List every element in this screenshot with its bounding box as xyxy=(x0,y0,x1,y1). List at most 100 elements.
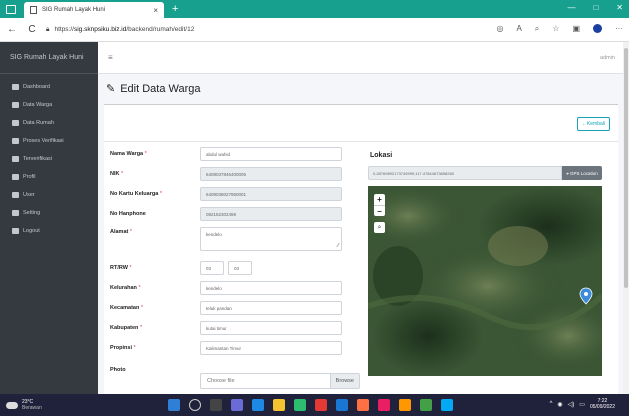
sidebar-item-data-rumah[interactable]: Data Rumah xyxy=(0,114,98,132)
scrollbar-thumb[interactable] xyxy=(624,48,628,288)
form-row-kabupaten: Kabupaten * kutai timur xyxy=(110,321,342,335)
app-icon[interactable] xyxy=(441,399,453,411)
system-tray: ^ ◉ ◁) ▭ 7:22 05/09/2022 xyxy=(550,398,615,410)
sidebar-item-setting[interactable]: Setting xyxy=(0,204,98,222)
sidebar-item-dashboard[interactable]: Dashboard xyxy=(0,78,98,96)
sidebar-item-proses-verifikasi[interactable]: Proses Verifikasi xyxy=(0,132,98,150)
maximize-icon[interactable]: □ xyxy=(593,3,598,12)
search-icon[interactable] xyxy=(189,399,201,411)
sidebar-menu: Dashboard Data Warga Data Rumah Proses V… xyxy=(0,74,98,240)
app-icon[interactable] xyxy=(420,399,432,411)
reload-icon[interactable]: C xyxy=(24,24,40,35)
propinsi-input[interactable]: Kalimantan Timur xyxy=(200,341,342,355)
kelurahan-input[interactable]: kendelo xyxy=(200,281,342,295)
nik-input[interactable]: 6408037846400005 xyxy=(200,167,342,181)
favorite-icon[interactable]: ☆ xyxy=(552,24,559,34)
browser-titlebar: SIG Rumah Layak Huni × + — □ ✕ xyxy=(0,0,629,18)
photo-file-input[interactable]: Choose file Browse xyxy=(200,373,360,389)
browser-tab[interactable]: SIG Rumah Layak Huni × xyxy=(24,2,164,18)
read-aloud-icon[interactable]: A xyxy=(516,24,521,34)
resize-handle-icon[interactable]: ⁄⁄ xyxy=(337,243,339,249)
page-scrollbar[interactable] xyxy=(623,42,629,394)
form-row-kk: No Kartu Keluarga * 6408038027860001 xyxy=(110,187,342,201)
hp-input[interactable]: 082152302459 xyxy=(200,207,342,221)
location-row: 0.28769892173749999,117.47844673858265 ⌖… xyxy=(368,166,602,180)
form-row-alamat: Alamat * kendelo ⁄⁄ xyxy=(110,227,342,251)
kk-input[interactable]: 6408038027860001 xyxy=(200,187,342,201)
volume-icon[interactable]: ◁) xyxy=(568,401,575,408)
kecamatan-input[interactable]: teluk pandan xyxy=(200,301,342,315)
close-tab-icon[interactable]: × xyxy=(153,6,158,15)
window-icon xyxy=(6,4,16,14)
map[interactable]: + − ⌕ xyxy=(368,186,602,376)
weather-widget[interactable]: 23°C Berawan xyxy=(6,399,42,411)
new-tab-icon[interactable]: + xyxy=(172,3,178,15)
location-icon[interactable]: ◎ xyxy=(496,24,503,34)
battery-icon[interactable]: ▭ xyxy=(579,401,585,408)
file-explorer-icon[interactable] xyxy=(273,399,285,411)
form-row-photo: Photo Choose file Browse xyxy=(110,367,360,389)
url-field[interactable]: 🔒︎ https://sig.sknpsiku.biz.id/backend/r… xyxy=(46,26,194,34)
gps-location-button[interactable]: ⌖ GPS Location xyxy=(562,166,602,180)
chrome-icon[interactable] xyxy=(336,399,348,411)
browse-button[interactable]: Browse xyxy=(329,374,359,388)
kabupaten-label: Kabupaten * xyxy=(110,325,143,331)
sidebar-item-logout[interactable]: Logout xyxy=(0,222,98,240)
location-label: Lokasi xyxy=(370,152,393,159)
rt-input[interactable]: 03 xyxy=(200,261,224,275)
zoom-icon[interactable]: ⌕ xyxy=(535,24,539,34)
tab-title: SIG Rumah Layak Huni xyxy=(42,7,106,13)
app-icon[interactable] xyxy=(378,399,390,411)
page-icon xyxy=(30,6,37,14)
task-view-icon[interactable] xyxy=(210,399,222,411)
alamat-textarea[interactable]: kendelo ⁄⁄ xyxy=(200,227,342,251)
zoom-in-button[interactable]: + xyxy=(374,194,385,205)
whatsapp-icon[interactable] xyxy=(294,399,306,411)
windows-taskbar: 23°C Berawan ^ ◉ ◁) ▭ 7:22 05/09/2022 xyxy=(0,394,629,416)
coordinates-input[interactable]: 0.28769892173749999,117.47844673858265 xyxy=(368,166,562,180)
sidebar-item-terverifikasi[interactable]: Terverifikasi xyxy=(0,150,98,168)
rw-input[interactable]: 03 xyxy=(228,261,252,275)
sidebar-item-data-warga[interactable]: Data Warga xyxy=(0,96,98,114)
zoom-out-button[interactable]: − xyxy=(374,205,385,216)
collections-icon[interactable]: ▣ xyxy=(572,24,580,34)
form-row-nik: NIK * 6408037846400005 xyxy=(110,167,342,181)
user-name[interactable]: admin xyxy=(600,55,615,61)
hp-label: No Hanphone xyxy=(110,211,146,217)
browser-toolbar-icons: ◎ A ⌕ ☆ ▣ ··· xyxy=(496,24,623,34)
back-icon[interactable]: ← xyxy=(4,24,20,35)
edge-icon[interactable] xyxy=(252,399,264,411)
top-navbar: ≡ admin xyxy=(98,42,623,74)
more-icon[interactable]: ··· xyxy=(615,24,623,34)
check-icon xyxy=(12,138,19,144)
brand[interactable]: SIG Rumah Layak Huni xyxy=(0,42,98,74)
sidebar-item-profil[interactable]: Profil xyxy=(0,168,98,186)
table-icon xyxy=(12,120,19,126)
app-icon[interactable] xyxy=(357,399,369,411)
table-icon xyxy=(12,102,19,108)
clock[interactable]: 7:22 05/09/2022 xyxy=(590,398,615,410)
nama-input[interactable]: abdul wahid xyxy=(200,147,342,161)
url-host: sig.sknpsiku.biz.id xyxy=(73,26,127,33)
form-row-rtrw: RT/RW * 03 03 xyxy=(110,261,252,275)
network-icon[interactable]: ◉ xyxy=(557,401,562,408)
sidebar-item-user[interactable]: User xyxy=(0,186,98,204)
propinsi-label: Propinsi * xyxy=(110,345,136,351)
map-search-icon[interactable]: ⌕ xyxy=(374,222,385,233)
app-icon[interactable] xyxy=(399,399,411,411)
app-icon[interactable] xyxy=(315,399,327,411)
minimize-icon[interactable]: — xyxy=(567,3,575,12)
chevron-up-icon[interactable]: ^ xyxy=(550,401,553,407)
main-content: ✎ Edit Data Warga ← Kembali Nama Warga *… xyxy=(98,74,623,394)
logout-icon xyxy=(12,228,19,234)
check-icon xyxy=(12,156,19,162)
kabupaten-input[interactable]: kutai timur xyxy=(200,321,342,335)
profile-icon[interactable] xyxy=(593,24,602,33)
menu-toggle-icon[interactable]: ≡ xyxy=(108,53,113,62)
chat-icon[interactable] xyxy=(231,399,243,411)
close-window-icon[interactable]: ✕ xyxy=(616,3,623,12)
cloud-icon xyxy=(6,401,18,409)
start-icon[interactable] xyxy=(168,399,180,411)
dashboard-icon xyxy=(12,84,19,90)
back-button[interactable]: ← Kembali xyxy=(576,117,610,131)
